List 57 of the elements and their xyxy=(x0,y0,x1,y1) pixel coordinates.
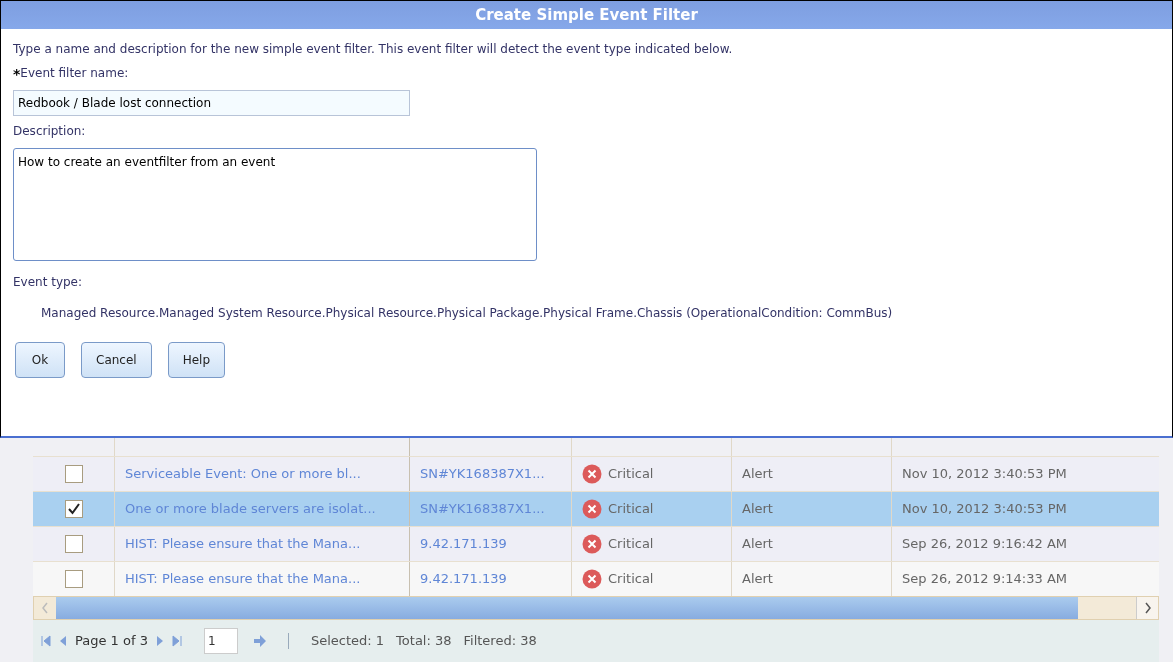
table-cell-text: Critical xyxy=(608,535,654,554)
table-cell-text: Sep 26, 2012 9:14:33 AM xyxy=(902,570,1067,589)
chevron-left-icon xyxy=(41,602,49,614)
last-page-icon[interactable] xyxy=(171,635,182,647)
table-cell-text: Critical xyxy=(608,465,654,484)
description-textarea[interactable]: How to create an eventfilter from an event xyxy=(13,148,537,261)
field-label: Description: xyxy=(13,123,87,140)
table-row[interactable]: Serviceable Event: One or more bl... SN#YK168387X1... Critical Alert Nov 10, 2012 3:40:53 PM xyxy=(33,456,1159,491)
message-link[interactable]: HIST: Please ensure that the Mana... xyxy=(125,569,361,589)
dialog-title: Create Simple Event Filter xyxy=(1,1,1172,29)
table-cell-text: Alert xyxy=(742,465,773,484)
table-cell-text: 9.42.171.139 xyxy=(420,535,507,554)
table-cell-text: Nov 10, 2012 3:40:53 PM xyxy=(902,465,1067,484)
name-input[interactable]: Redbook / Blade lost connection xyxy=(13,90,410,116)
field-label: Event filter name: xyxy=(20,65,129,82)
dialog-button[interactable]: Help xyxy=(167,342,225,378)
previous-page-icon[interactable] xyxy=(59,635,67,647)
error-icon xyxy=(582,534,602,554)
error-icon xyxy=(582,569,602,589)
page-input[interactable]: 1 xyxy=(203,628,238,654)
dialog-button[interactable]: Ok xyxy=(15,342,65,378)
row-checkbox[interactable] xyxy=(64,535,83,553)
table-cell-text: Alert xyxy=(742,500,773,519)
total-count: Total: 38 xyxy=(396,632,452,651)
table-cell-text: SN#YK168387X1... xyxy=(420,465,545,484)
table-cell-text: Nov 10, 2012 3:40:53 PM xyxy=(902,500,1067,519)
first-page-icon[interactable] xyxy=(41,635,51,647)
row-checkbox[interactable] xyxy=(64,465,83,483)
page-text: Page 1 of 3 xyxy=(75,632,148,651)
table-cell-text: Alert xyxy=(742,570,773,589)
event-type-text: Managed Resource.Managed System Resource.Physical Resource.Physical Package.Physical Frame.Chassis (OperationalCondition: CommBus) xyxy=(41,305,894,322)
selected-count: Selected: 1 xyxy=(310,632,385,651)
table-cell-text: Critical xyxy=(608,570,654,589)
go-arrow-icon[interactable] xyxy=(253,635,266,647)
row-checkbox[interactable] xyxy=(64,570,83,588)
table-cell-text: Sep 26, 2012 9:16:42 AM xyxy=(902,535,1067,554)
check-icon xyxy=(66,502,81,516)
field-label: Event type: xyxy=(13,274,84,291)
message-link[interactable]: HIST: Please ensure that the Mana... xyxy=(125,534,361,554)
horizontal-scrollbar[interactable] xyxy=(33,596,1159,620)
dialog-button[interactable]: Cancel xyxy=(81,342,152,378)
required-mark: * xyxy=(13,66,21,82)
table-row[interactable]: HIST: Please ensure that the Mana... 9.42.171.139 Critical Alert Sep 26, 2012 9:14:33 AM xyxy=(33,561,1159,596)
table-row[interactable]: HIST: Please ensure that the Mana... 9.42.171.139 Critical Alert Sep 26, 2012 9:16:42 AM xyxy=(33,526,1159,561)
intro-text: Type a name and description for the new simple event filter. This event filter will detect the event type indicated below. xyxy=(13,41,734,58)
message-link[interactable]: Serviceable Event: One or more bl... xyxy=(125,464,361,484)
error-icon xyxy=(582,464,602,484)
table-row[interactable]: One or more blade servers are isolat... SN#YK168387X1... Critical Alert Nov 10, 2012 3:40:53 PM xyxy=(33,491,1159,526)
table-cell-text: Critical xyxy=(608,500,654,519)
row-checkbox[interactable] xyxy=(64,500,83,518)
table-cell-text: SN#YK168387X1... xyxy=(420,500,545,519)
table-cell-text: Alert xyxy=(742,535,773,554)
next-page-icon[interactable] xyxy=(155,635,164,647)
error-icon xyxy=(582,499,602,519)
table-cell-text: 9.42.171.139 xyxy=(420,570,507,589)
chevron-right-icon xyxy=(1143,602,1152,614)
filtered-count: Filtered: 38 xyxy=(463,632,537,651)
